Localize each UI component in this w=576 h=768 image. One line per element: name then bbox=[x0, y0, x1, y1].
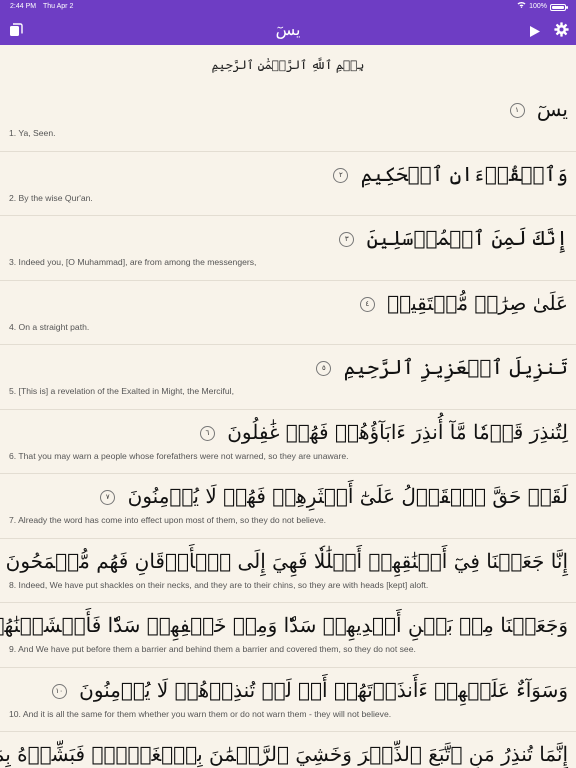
verse-arabic-text: يسٓ bbox=[536, 97, 568, 121]
verse-arabic: وَجَعَلۡنَا مِنۢ بَيۡنِ أَيۡدِيهِمۡ سَدّ… bbox=[0, 609, 568, 641]
verse-arabic: إِنَّكَ لَمِنَ ٱلۡمُرۡسَلِينَ ٣ bbox=[339, 222, 568, 254]
verse-translation: 5. [This is] a revelation of the Exalted… bbox=[9, 386, 234, 396]
status-bar: 2:44 PM Thu Apr 2 100% bbox=[0, 0, 576, 14]
verse-arabic-text: وَجَعَلۡنَا مِنۢ بَيۡنِ أَيۡدِيهِمۡ سَدّ… bbox=[0, 613, 568, 637]
verse-number-icon: ٦ bbox=[199, 425, 215, 441]
battery-icon bbox=[550, 3, 568, 11]
status-time: 2:44 PM bbox=[10, 3, 37, 10]
status-date: Thu Apr 2 bbox=[43, 3, 74, 10]
verse-translation: 8. Indeed, We have put shackles on their… bbox=[9, 579, 429, 590]
verse-number-icon: ٥ bbox=[316, 361, 332, 376]
navigation-bar: يسٓ bbox=[0, 14, 576, 45]
verse-translation: 6. That you may warn a people whose fore… bbox=[9, 450, 349, 461]
status-right: 100% bbox=[517, 0, 568, 14]
battery-percent: 100% bbox=[529, 3, 547, 10]
verse-translation: 2. By the wise Qur'an. bbox=[9, 192, 93, 203]
verse-arabic: لِتُنذِرَ قَوۡمٗا مَّآ أُنذِرَ ءَابَآؤُه… bbox=[199, 416, 568, 448]
wifi-icon bbox=[517, 0, 526, 14]
verse-arabic-text: وَسَوَآءٌ عَلَيۡهِمۡ ءَأَنذَرۡتَهُمۡ أَم… bbox=[79, 677, 568, 702]
verse-arabic-text: إِنَّكَ لَمِنَ ٱلۡمُرۡسَلِينَ bbox=[366, 226, 568, 250]
verse-translation: 1. Ya, Seen. bbox=[9, 128, 56, 138]
verse-arabic-text: لَقَدۡ حَقَّ ٱلۡقَوۡلُ عَلَىٰٓ أَكۡثَرِه… bbox=[127, 484, 568, 508]
verse-arabic-text: لِتُنذِرَ قَوۡمٗا مَّآ أُنذِرَ ءَابَآؤُه… bbox=[227, 419, 568, 444]
verse-row[interactable]: وَٱلۡقُرۡءَانِ ٱلۡحَكِيمِ ٢ 2. By the wis… bbox=[0, 152, 576, 216]
verse-arabic-text: إِنَّا جَعَلۡنَا فِيٓ أَعۡنَٰقِهِمۡ أَغۡ… bbox=[5, 548, 568, 573]
verse-row[interactable]: إِنَّمَا تُنذِرُ مَنِ ٱتَّبَعَ ٱلذِّكۡرَ… bbox=[0, 732, 576, 768]
verse-number-icon: ٣ bbox=[339, 232, 355, 247]
verse-arabic-text: وَٱلۡقُرۡءَانِ ٱلۡحَكِيمِ bbox=[360, 161, 568, 186]
verse-arabic-text: إِنَّمَا تُنذِرُ مَنِ ٱتَّبَعَ ٱلذِّكۡرَ… bbox=[0, 742, 568, 766]
verse-translation: 9. And We have put before them a barrier… bbox=[9, 644, 416, 654]
verse-row[interactable]: وَسَوَآءٌ عَلَيۡهِمۡ ءَأَنذَرۡتَهُمۡ أَم… bbox=[0, 668, 576, 732]
verse-translation: 10. And it is all the same for them whet… bbox=[9, 708, 392, 719]
verse-row[interactable]: لِتُنذِرَ قَوۡمٗا مَّآ أُنذِرَ ءَابَآؤُه… bbox=[0, 410, 576, 474]
verse-arabic: يسٓ ١ bbox=[509, 93, 568, 125]
verse-row[interactable]: وَجَعَلۡنَا مِنۢ بَيۡنِ أَيۡدِيهِمۡ سَدّ… bbox=[0, 603, 576, 668]
verse-row[interactable]: إِنَّكَ لَمِنَ ٱلۡمُرۡسَلِينَ ٣ 3. Indeed… bbox=[0, 216, 576, 281]
verse-number-icon: ١ bbox=[509, 103, 525, 118]
verse-translation: 4. On a straight path. bbox=[9, 321, 90, 332]
verse-arabic: إِنَّمَا تُنذِرُ مَنِ ٱتَّبَعَ ٱلذِّكۡرَ… bbox=[0, 738, 568, 768]
verse-number-icon: ١٠ bbox=[51, 683, 67, 699]
play-icon[interactable] bbox=[529, 23, 541, 37]
verse-arabic: تَنزِيلَ ٱلۡعَزِيزِ ٱلرَّحِيمِ ٥ bbox=[316, 351, 568, 383]
verse-list[interactable]: بِسۡمِ ٱللَّهِ ٱلرَّحۡمَٰنِ ٱلرَّحِيمِ ي… bbox=[0, 45, 576, 768]
verse-number-icon: ٧ bbox=[100, 490, 116, 505]
verse-translation: 7. Already the word has come into effect… bbox=[9, 515, 327, 525]
verse-row[interactable]: يسٓ ١ 1. Ya, Seen. bbox=[0, 87, 576, 152]
page-title: يسٓ bbox=[275, 20, 301, 39]
verse-arabic: وَسَوَآءٌ عَلَيۡهِمۡ ءَأَنذَرۡتَهُمۡ أَم… bbox=[51, 674, 568, 706]
verse-arabic: لَقَدۡ حَقَّ ٱلۡقَوۡلُ عَلَىٰٓ أَكۡثَرِه… bbox=[100, 480, 568, 512]
verse-row[interactable]: عَلَىٰ صِرَٰطٖ مُّسۡتَقِيمٖ ٤ 4. On a str… bbox=[0, 281, 576, 345]
verse-translation: 3. Indeed you, [O Muhammad], are from am… bbox=[9, 257, 257, 267]
verse-row[interactable]: إِنَّا جَعَلۡنَا فِيٓ أَعۡنَٰقِهِمۡ أَغۡ… bbox=[0, 539, 576, 603]
verse-row[interactable]: لَقَدۡ حَقَّ ٱلۡقَوۡلُ عَلَىٰٓ أَكۡثَرِه… bbox=[0, 474, 576, 539]
verse-arabic-text: تَنزِيلَ ٱلۡعَزِيزِ ٱلرَّحِيمِ bbox=[343, 355, 568, 379]
verse-number-icon: ٤ bbox=[359, 296, 375, 312]
gear-icon[interactable] bbox=[554, 22, 569, 37]
verse-arabic: إِنَّا جَعَلۡنَا فِيٓ أَعۡنَٰقِهِمۡ أَغۡ… bbox=[0, 545, 568, 577]
verse-row[interactable]: تَنزِيلَ ٱلۡعَزِيزِ ٱلرَّحِيمِ ٥ 5. [This… bbox=[0, 345, 576, 410]
bismillah: بِسۡمِ ٱللَّهِ ٱلرَّحۡمَٰنِ ٱلرَّحِيمِ bbox=[211, 58, 365, 72]
verse-arabic: وَٱلۡقُرۡءَانِ ٱلۡحَكِيمِ ٢ bbox=[333, 158, 568, 190]
verse-arabic-text: عَلَىٰ صِرَٰطٖ مُّسۡتَقِيمٖ bbox=[387, 290, 568, 315]
verse-arabic: عَلَىٰ صِرَٰطٖ مُّسۡتَقِيمٖ ٤ bbox=[359, 287, 568, 319]
top-bar: 2:44 PM Thu Apr 2 100% يسٓ bbox=[0, 0, 576, 45]
verse-number-icon: ٢ bbox=[333, 167, 349, 183]
